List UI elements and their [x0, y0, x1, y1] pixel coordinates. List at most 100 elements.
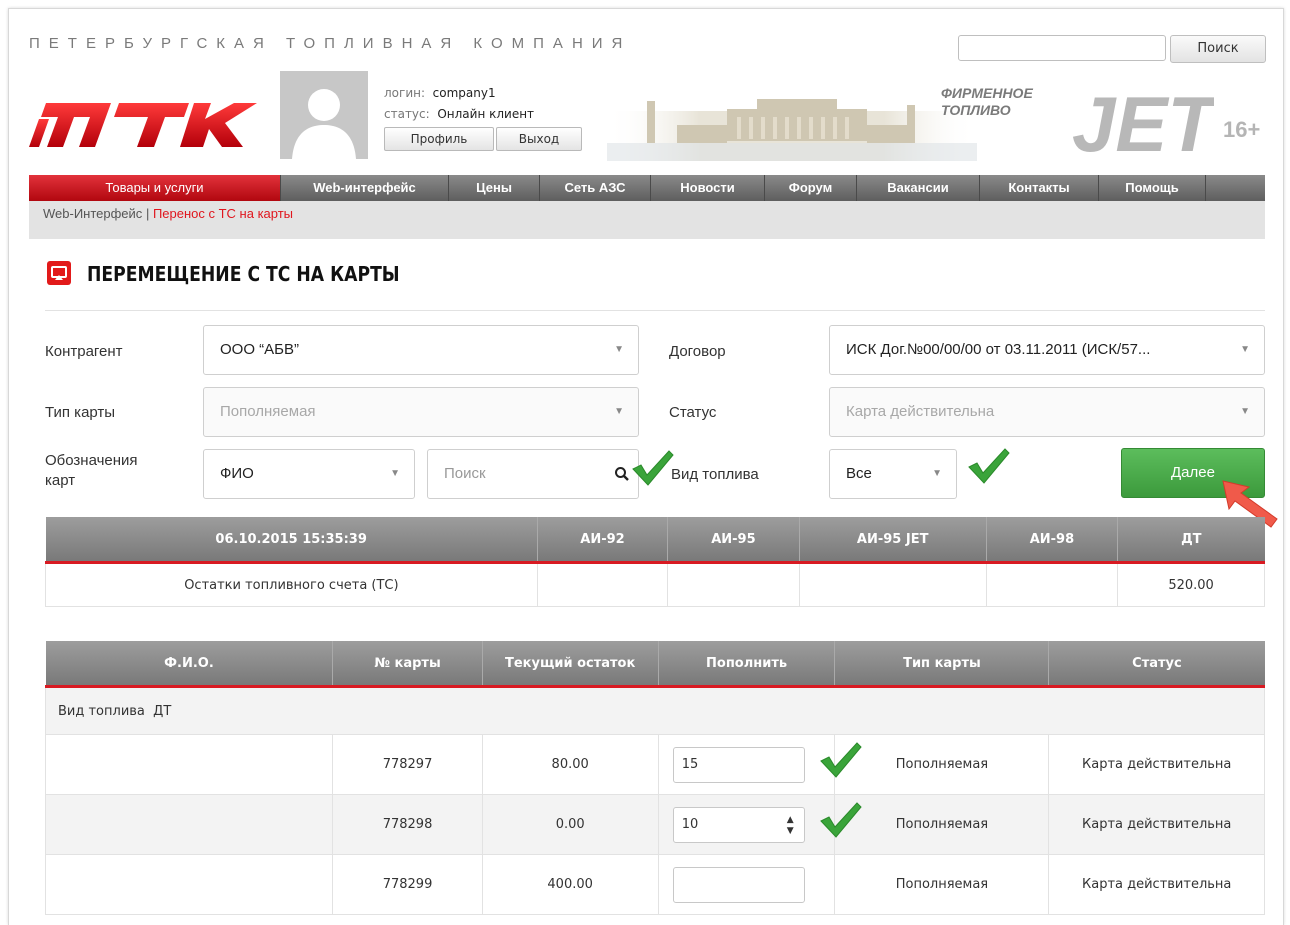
topup-cell: 15 [657, 734, 862, 795]
cards-header-topup: Пополнить [658, 641, 836, 688]
search-icon[interactable] [614, 466, 630, 482]
balance-header-ai98: АИ-98 [986, 517, 1119, 564]
chevron-down-icon: ▼ [614, 344, 624, 355]
card-status: Карта действительна [1048, 734, 1265, 795]
fuel-type-select[interactable]: Все ▼ [829, 449, 957, 499]
contractor-select[interactable]: ООО “АБВ” ▼ [203, 325, 639, 375]
card-search-input[interactable]: Поиск [427, 449, 639, 499]
spinner-arrows-icon[interactable]: ▲ ▼ [787, 808, 794, 837]
card-marks-select[interactable]: ФИО ▼ [203, 449, 415, 499]
title-divider [45, 310, 1265, 311]
card-marks-label: Обозначения карт [45, 451, 138, 491]
nav-goods-services[interactable]: Товары и услуги [29, 175, 281, 201]
company-name: ПЕТЕРБУРГСКАЯ ТОПЛИВНАЯ КОМПАНИЯ [29, 35, 632, 52]
cards-header-balance: Текущий остаток [482, 641, 659, 688]
balance-cell-ai98 [985, 562, 1119, 607]
table-row: 778299 400.00 Пополняемая Карта действит… [44, 854, 1265, 915]
main-nav: Товары и услуги Web-интерфейс Цены Сеть … [29, 175, 1265, 201]
balance-row-label: Остатки топливного счета (ТС) [45, 562, 538, 607]
site-search-button[interactable]: Поиск [1170, 35, 1266, 63]
group-row: Вид топлива ДТ [45, 686, 1265, 735]
card-status: Карта действительна [1048, 794, 1265, 855]
age-rating: 16+ [1223, 117, 1261, 142]
contractor-value: ООО “АБВ” [220, 341, 300, 358]
login-value: company1 [432, 86, 496, 100]
profile-button[interactable]: Профиль [384, 127, 494, 151]
contract-select[interactable]: ИСК Дог.№00/00/00 от 03.11.2011 (ИСК/57.… [829, 325, 1265, 375]
card-marks-value: ФИО [220, 465, 254, 482]
city-panorama-image [607, 99, 977, 161]
topup-input[interactable]: 15 [672, 746, 805, 783]
nav-web-interface[interactable]: Web-интерфейс [281, 175, 449, 201]
fuel-line-1: ФИРМЕННОЕ [941, 85, 1033, 101]
nav-news[interactable]: Новости [651, 175, 765, 201]
card-status: Карта действительна [1048, 854, 1265, 915]
user-silhouette-icon [292, 89, 356, 159]
topup-cell [657, 854, 836, 915]
status-select[interactable]: Карта действительна ▼ [829, 387, 1265, 437]
cards-header-card-no: № карты [332, 641, 483, 688]
card-fio [44, 854, 334, 915]
jet-logo-text: JET [1072, 81, 1214, 159]
nav-vacancies[interactable]: Вакансии [857, 175, 980, 201]
status-value: Карта действительна [846, 403, 995, 420]
chevron-down-icon: ▼ [1240, 406, 1250, 417]
cards-header-fio: Ф.И.О. [45, 641, 334, 688]
avatar[interactable] [280, 71, 368, 159]
card-marks-label-line1: Обозначения [45, 452, 138, 469]
balance-header-ai92: АИ-92 [537, 517, 669, 564]
breadcrumb-separator: | [145, 206, 150, 221]
card-type-value: Пополняемая [220, 403, 316, 420]
topup-input[interactable] [672, 866, 805, 903]
fuel-line-2: ТОПЛИВО [941, 102, 1011, 118]
cards-header-card-type: Тип карты [834, 641, 1050, 688]
balance-header-ai95: АИ-95 [667, 517, 800, 564]
nav-contacts[interactable]: Контакты [980, 175, 1099, 201]
balance-header-ai95jet: АИ-95 JET [799, 517, 987, 564]
topup-stepper[interactable]: 10 ▲ ▼ [672, 806, 805, 843]
page-frame: ПЕТЕРБУРГСКАЯ ТОПЛИВНАЯ КОМПАНИЯ Поиск л… [8, 8, 1284, 925]
login-label: логин: [384, 86, 426, 100]
topup-value: 10 [681, 816, 699, 832]
user-info: логин: company1 статус: Онлайн клиент [384, 83, 534, 125]
card-number: 778299 [332, 854, 483, 915]
table-row: Остатки топливного счета (ТС) 520.00 [45, 562, 1265, 607]
card-balance: 400.00 [481, 854, 659, 915]
balance-table: 06.10.2015 15:35:39 АИ-92 АИ-95 АИ-95 JE… [45, 517, 1265, 607]
balance-cell-ai95jet [798, 562, 987, 607]
card-fio [44, 794, 334, 855]
status-value: Онлайн клиент [437, 107, 535, 121]
page-title: ПЕРЕМЕЩЕНИЕ С ТС НА КАРТЫ [87, 262, 400, 286]
nav-forum[interactable]: Форум [765, 175, 857, 201]
card-fio [44, 734, 334, 795]
transfer-icon [47, 261, 71, 285]
fuel-type-value: Все [846, 465, 872, 482]
chevron-down-icon: ▼ [932, 468, 942, 479]
card-balance: 80.00 [481, 734, 659, 795]
ptk-logo[interactable] [29, 101, 259, 149]
status-label: статус: [384, 107, 430, 121]
card-type: Пополняемая [834, 854, 1050, 915]
nav-help[interactable]: Помощь [1099, 175, 1206, 201]
balance-cell-dt: 520.00 [1117, 562, 1265, 607]
contractor-label: Контрагент [45, 343, 123, 360]
card-type-label: Тип карты [45, 404, 116, 421]
card-type-select[interactable]: Пополняемая ▼ [203, 387, 639, 437]
card-type: Пополняемая [834, 734, 1050, 795]
balance-cell-ai95 [667, 562, 800, 607]
site-search-input[interactable] [958, 35, 1166, 61]
contract-label: Договор [669, 343, 726, 360]
chevron-down-icon: ▼ [1240, 344, 1250, 355]
checkmark-icon [968, 448, 1010, 484]
card-search-placeholder: Поиск [444, 465, 486, 482]
checkmark-icon [632, 450, 674, 486]
balance-header-dt: ДТ [1117, 517, 1265, 564]
nav-stations[interactable]: Сеть АЗС [540, 175, 651, 201]
nav-prices[interactable]: Цены [449, 175, 540, 201]
breadcrumb-parent[interactable]: Web-Интерфейс [43, 206, 142, 221]
logout-button[interactable]: Выход [496, 127, 582, 151]
topup-cell: 10 ▲ ▼ [657, 794, 862, 855]
contract-value: ИСК Дог.№00/00/00 от 03.11.2011 (ИСК/57.… [846, 341, 1151, 358]
breadcrumb-current: Перенос с ТС на карты [152, 206, 294, 221]
card-type: Пополняемая [834, 794, 1050, 855]
